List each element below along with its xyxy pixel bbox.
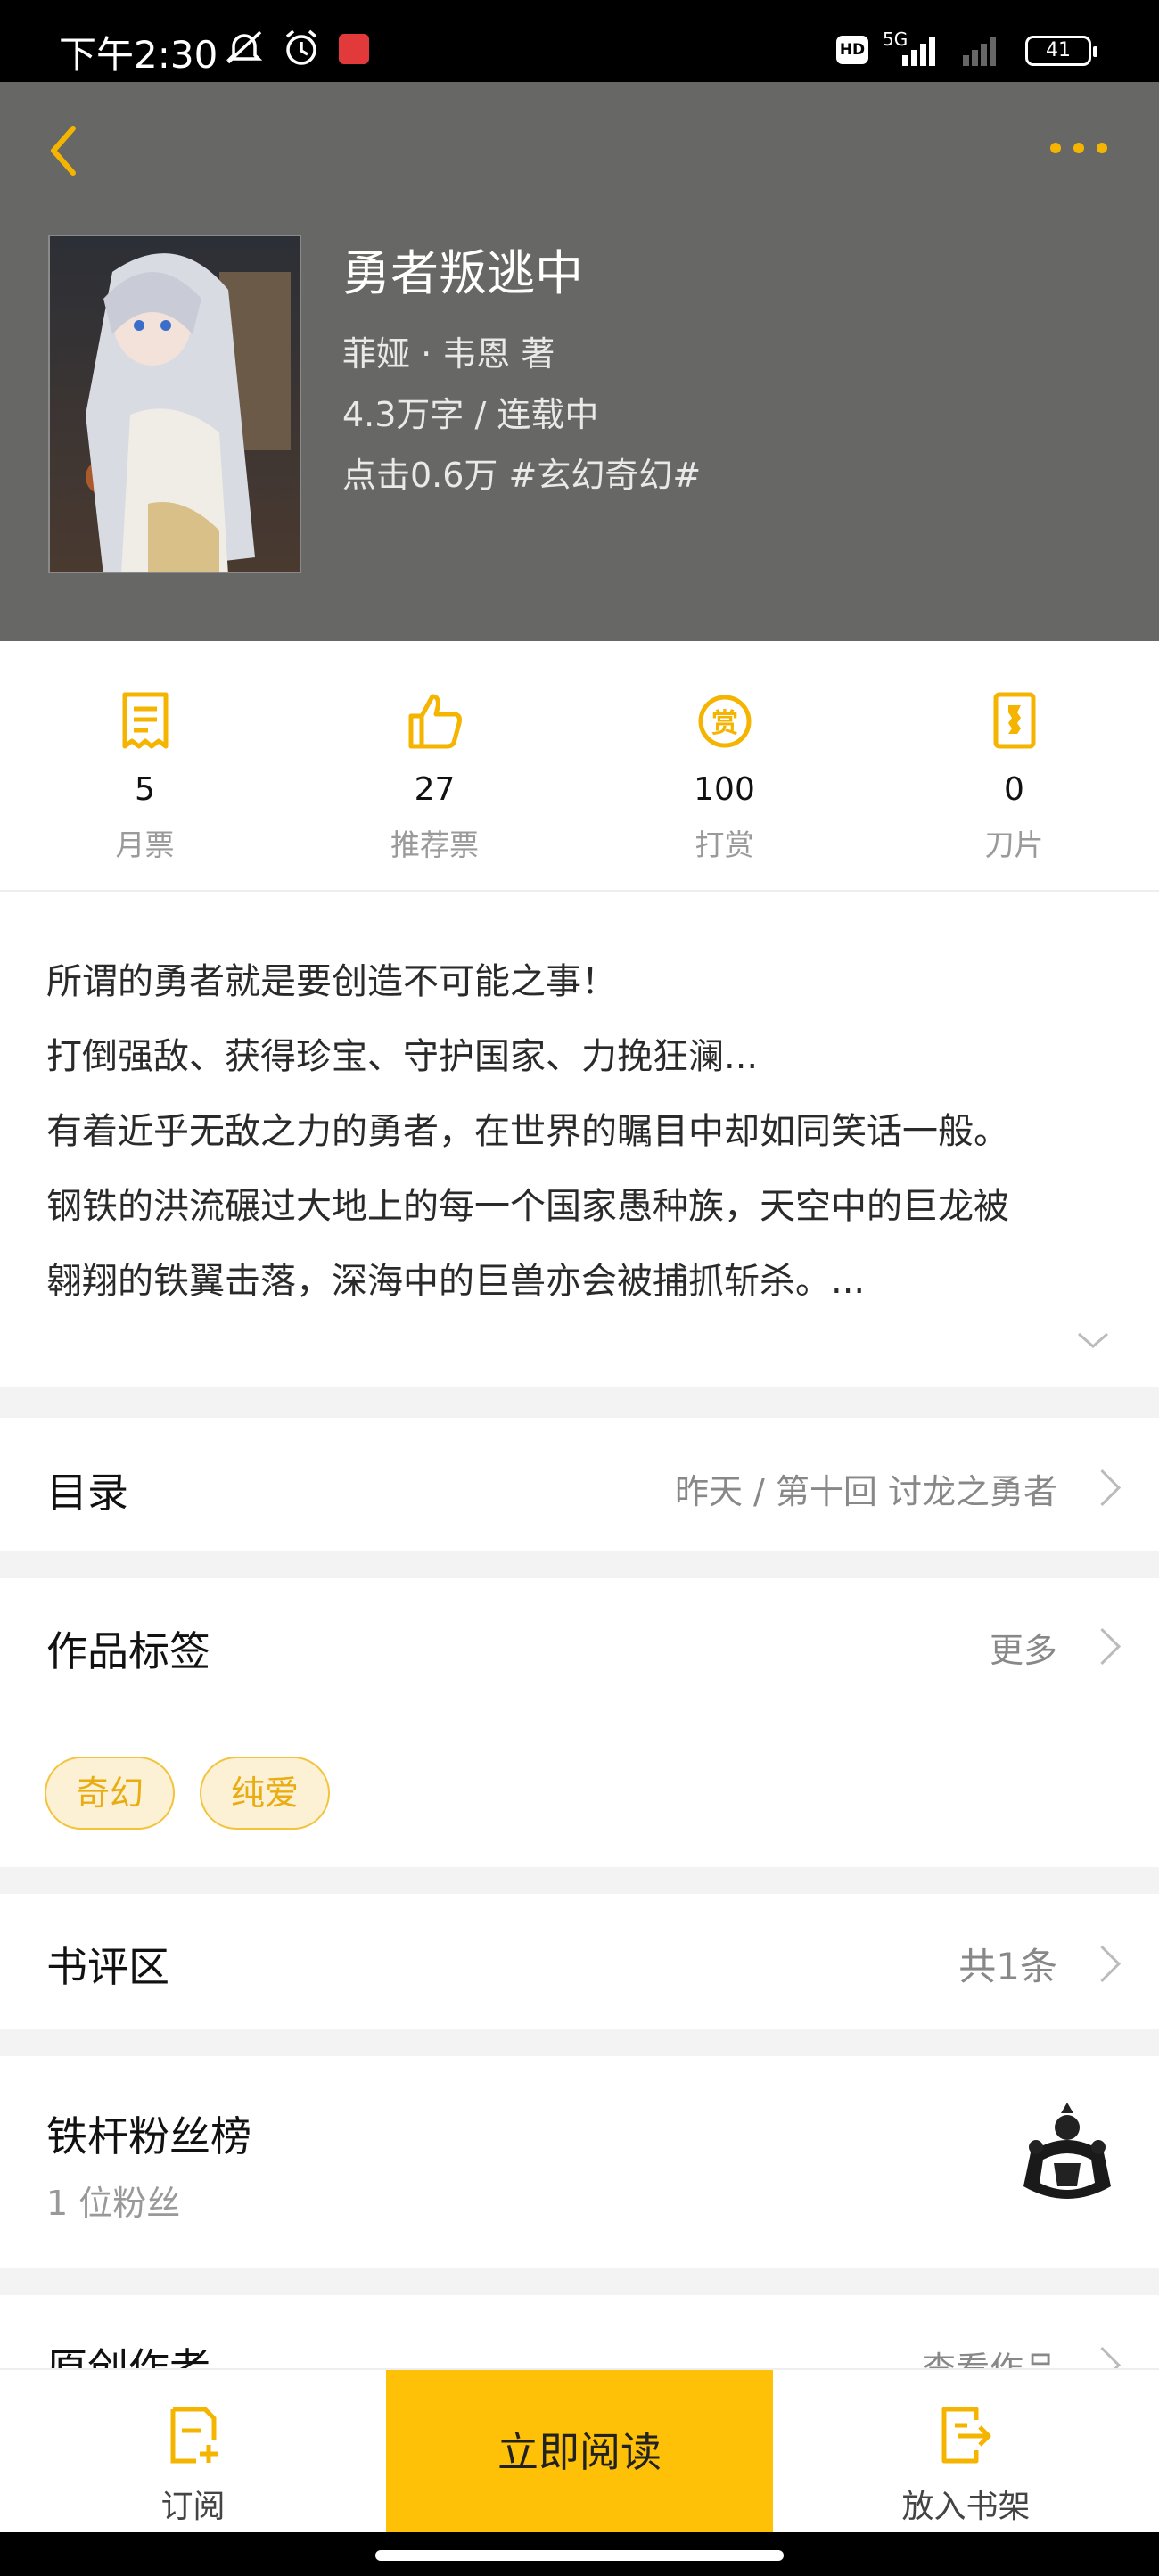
stats-bar: 5 月票 27 推荐票 赏 100 打赏 0 刀片	[0, 641, 1159, 892]
add-shelf-icon	[941, 2407, 991, 2464]
tags-more-link[interactable]: 更多	[990, 1623, 1057, 1672]
fans-count: 1 位粉丝	[46, 2184, 181, 2223]
fans-title: 铁杆粉丝榜	[46, 2112, 251, 2160]
back-icon[interactable]	[41, 119, 86, 182]
stat-label: 打赏	[695, 827, 754, 862]
more-icon[interactable]	[1048, 137, 1111, 159]
subscribe-label: 订阅	[160, 2489, 226, 2525]
book-cover[interactable]	[48, 235, 301, 573]
stat-recommend-ticket[interactable]: 27 推荐票	[290, 641, 580, 890]
intro-line: 打倒强敌、获得珍宝、守护国家、力挽狂澜...	[46, 1036, 759, 1077]
hd-icon: HD	[836, 36, 868, 64]
reviews-row[interactable]: 书评区 共1条	[0, 1894, 1159, 2029]
fans-row[interactable]: 铁杆粉丝榜 1 位粉丝	[0, 2056, 1159, 2268]
intro-line: 所谓的勇者就是要创造不可能之事！	[46, 961, 617, 1002]
monthly-ticket-icon	[122, 692, 169, 749]
reviews-title: 书评区	[46, 1943, 169, 1991]
intro-line: 有着近乎无敌之力的勇者，在世界的瞩目中却如同笑话一般。	[46, 1111, 1009, 1152]
stat-reward[interactable]: 赏 100 打赏	[580, 641, 869, 890]
stat-monthly-ticket[interactable]: 5 月票	[0, 641, 290, 890]
signal-icon	[902, 37, 935, 66]
stat-label: 推荐票	[390, 827, 479, 862]
latest-chapter: 昨天 / 第十回 讨龙之勇者	[674, 1472, 1057, 1511]
svg-text:赏: 赏	[711, 708, 738, 739]
chevron-right-icon[interactable]	[1083, 1627, 1122, 1666]
read-now-button[interactable]: 立即阅读	[386, 2370, 773, 2534]
subscribe-button[interactable]: 订阅	[0, 2370, 386, 2534]
app-notification-icon	[339, 34, 369, 64]
catalog-row[interactable]: 目录 昨天 / 第十回 讨龙之勇者	[0, 1418, 1159, 1551]
mute-bell-icon	[226, 30, 263, 64]
alarm-icon	[285, 29, 317, 65]
status-time: 下午2:30	[59, 33, 218, 77]
catalog-title: 目录	[46, 1469, 128, 1517]
book-author[interactable]: 菲娅 · 韦恩 著	[342, 326, 555, 375]
expand-chevron-icon[interactable]	[1075, 1329, 1111, 1350]
chevron-right-icon	[1083, 1469, 1122, 1507]
stat-value: 27	[414, 771, 456, 808]
book-clicks-genre: 点击0.6万 #玄幻奇幻#	[342, 456, 702, 495]
stat-value: 5	[135, 771, 155, 808]
book-words-status: 4.3万字 / 连载中	[342, 395, 599, 434]
stat-label: 月票	[115, 827, 175, 862]
tags-section: 作品标签 更多 奇幻 纯爱	[0, 1578, 1159, 1867]
book-title: 勇者叛逃中	[342, 245, 583, 301]
tag-list: 奇幻 纯爱	[45, 1757, 580, 1830]
battery-icon: 41	[1025, 36, 1097, 66]
blade-icon	[993, 692, 1036, 749]
signal-2-icon	[963, 37, 996, 66]
add-shelf-label: 放入书架	[901, 2489, 1031, 2525]
home-indicator[interactable]	[375, 2550, 784, 2561]
tags-title: 作品标签	[46, 1627, 210, 1675]
fan-avatar[interactable]	[1018, 2097, 1116, 2213]
book-intro[interactable]: 所谓的勇者就是要创造不可能之事！ 打倒强敌、获得珍宝、守护国家、力挽狂澜... …	[0, 892, 1159, 1387]
intro-line: 钢铁的洪流碾过大地上的每一个国家愚种族，天空中的巨龙被	[46, 1186, 1009, 1227]
stat-blade[interactable]: 0 刀片	[869, 641, 1159, 890]
bottom-action-bar: 订阅 立即阅读 放入书架	[0, 2368, 1159, 2534]
chevron-right-icon	[1083, 1945, 1122, 1983]
stat-label: 刀片	[984, 827, 1044, 862]
reviews-count: 共1条	[958, 1945, 1057, 1988]
intro-line: 翱翔的铁翼击落，深海中的巨兽亦会被捕抓斩杀。...	[46, 1261, 866, 1302]
add-to-shelf-button[interactable]: 放入书架	[773, 2370, 1159, 2534]
status-bar: 下午2:30 HD 5G 41	[0, 0, 1159, 82]
thumbs-up-icon	[408, 694, 462, 749]
tag-chip[interactable]: 奇幻	[45, 1757, 175, 1830]
tag-chip[interactable]: 纯爱	[200, 1757, 330, 1830]
stat-value: 0	[1004, 771, 1024, 808]
reward-icon: 赏	[698, 695, 752, 748]
subscribe-icon	[170, 2407, 218, 2464]
stat-value: 100	[694, 771, 755, 808]
